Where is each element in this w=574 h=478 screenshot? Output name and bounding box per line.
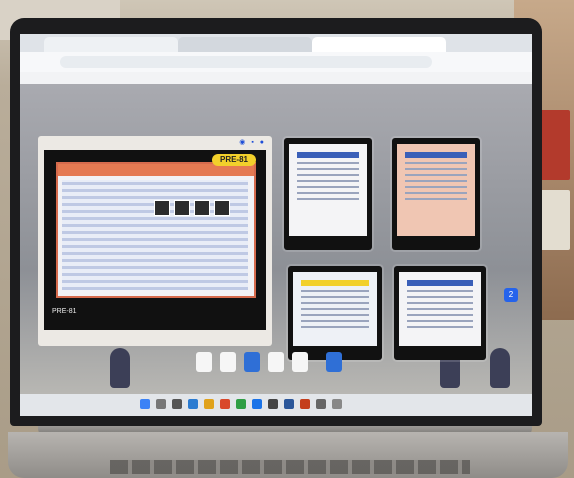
slide-image [154, 200, 170, 216]
bookmarks-bar [20, 72, 532, 84]
app-icon[interactable] [332, 399, 342, 409]
laptop-lid: ⋮ ◉ ▪ ● PRE-81 PRE [10, 18, 542, 426]
page-text [301, 288, 369, 328]
page-text [297, 160, 359, 200]
page-preview [399, 272, 481, 346]
page-preview [397, 144, 475, 236]
app-icon[interactable] [252, 399, 262, 409]
taskbar [20, 394, 532, 416]
address-bar-row: ⋮ [20, 52, 532, 84]
browser-tab-active[interactable] [312, 37, 446, 52]
app-icon[interactable] [196, 352, 212, 372]
app-icon[interactable] [244, 352, 260, 372]
browser-tab[interactable] [44, 37, 178, 52]
page-header [301, 280, 369, 286]
app-icon[interactable] [316, 399, 326, 409]
presentation-window: PRE-81 PRE-81 [44, 150, 266, 330]
background-person [490, 348, 510, 388]
slide-preview [56, 162, 256, 298]
window-thumbnail[interactable] [392, 138, 480, 250]
slide-image [174, 200, 190, 216]
page-text [405, 160, 467, 200]
page-header [405, 152, 467, 158]
app-icon[interactable] [236, 399, 246, 409]
edge-icon[interactable] [188, 399, 198, 409]
app-icon[interactable] [268, 399, 278, 409]
browser-tab-bar [20, 34, 532, 52]
app-icon[interactable] [220, 352, 236, 372]
window-thumbnail[interactable] [394, 266, 486, 360]
notification-badge[interactable]: 2 [504, 288, 518, 302]
laptop-screen: ⋮ ◉ ▪ ● PRE-81 PRE [20, 34, 532, 416]
search-icon[interactable] [156, 399, 166, 409]
window-caption: PRE-81 [52, 308, 77, 315]
folder-icon[interactable] [204, 399, 214, 409]
window-thumbnail[interactable] [284, 138, 372, 250]
page-header [407, 280, 473, 286]
background-person [110, 348, 130, 388]
app-icon[interactable] [268, 352, 284, 372]
slide-body [62, 180, 248, 290]
browser-tab[interactable] [178, 37, 312, 52]
app-icon[interactable] [220, 399, 230, 409]
address-input[interactable] [60, 56, 432, 68]
app-icon[interactable] [292, 352, 308, 372]
page-preview [293, 272, 377, 346]
page-header [297, 152, 359, 158]
slide-title-badge: PRE-81 [212, 154, 256, 166]
app-icon[interactable] [326, 352, 342, 372]
page-text [407, 288, 473, 328]
start-icon[interactable] [140, 399, 150, 409]
word-icon[interactable] [284, 399, 294, 409]
slide-image [214, 200, 230, 216]
powerpoint-icon[interactable] [300, 399, 310, 409]
task-view: ◉ ▪ ● PRE-81 PRE-81 2 [20, 84, 532, 394]
keyboard [110, 460, 470, 474]
book-red [540, 110, 570, 180]
page-preview [289, 144, 367, 236]
slide-image [194, 200, 210, 216]
window-thumbnail[interactable] [288, 266, 382, 360]
task-view-icon[interactable] [172, 399, 182, 409]
window-thumbnail-focused[interactable]: ◉ ▪ ● PRE-81 PRE-81 [38, 136, 272, 346]
window-controls[interactable]: ◉ ▪ ● [239, 138, 266, 146]
book-white [540, 190, 570, 250]
